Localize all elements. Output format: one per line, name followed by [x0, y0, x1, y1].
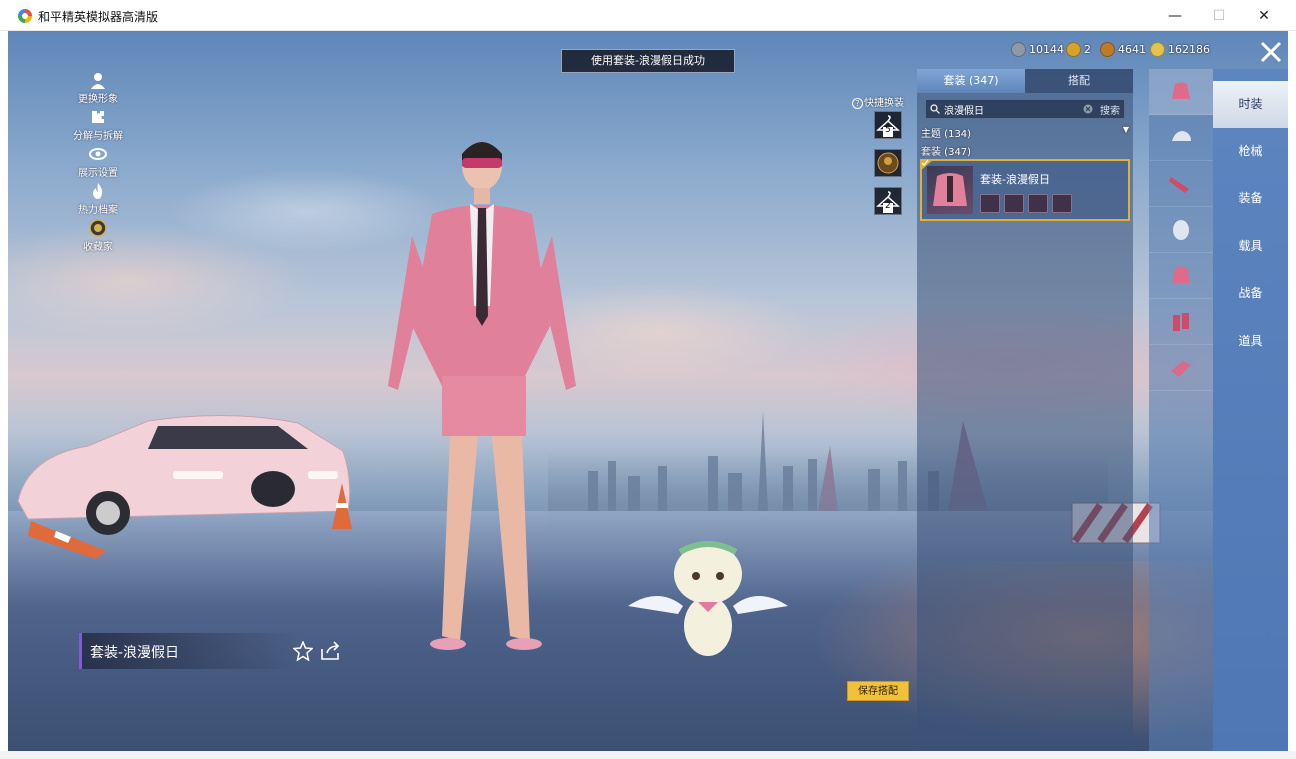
quick-slot-3-number: 2	[885, 201, 891, 211]
traffic-cone-standing	[332, 483, 352, 529]
save-outfit-button[interactable]: 保存搭配	[847, 681, 909, 701]
bronze-coin-icon	[1100, 41, 1115, 57]
collector-item[interactable]: 收藏家	[68, 219, 128, 253]
gold-coin-icon	[1150, 41, 1165, 57]
search-box: 搜索	[925, 99, 1125, 119]
display-settings-item[interactable]: 展示设置	[68, 145, 128, 179]
display-settings-label: 展示设置	[78, 168, 118, 179]
mask-icon	[1173, 220, 1189, 240]
shoes-icon	[1171, 361, 1191, 377]
currency-gold: 162186	[1150, 40, 1210, 58]
person-icon	[91, 73, 105, 89]
quick-slot-1-number: 5	[885, 125, 891, 135]
decompose-label: 分解与拆解	[73, 131, 123, 142]
avatar-frame-icon	[877, 152, 899, 174]
chevron-down-icon: ▼	[1122, 125, 1129, 134]
puzzle-icon	[92, 111, 104, 123]
quick-switch-text: 快捷换装	[864, 98, 904, 109]
change-appearance-item[interactable]: 更换形象	[68, 71, 128, 105]
currency-token-value: 2	[1084, 42, 1091, 56]
category-bar: 时装 枪械 装备 载具 战备 道具	[1213, 69, 1288, 751]
current-outfit-banner: 套装-浪漫假日	[79, 633, 299, 669]
gun-skin-icon	[1169, 177, 1189, 193]
currency-silver-value: 10144	[1029, 42, 1064, 56]
part-shoes-icon	[1028, 194, 1048, 213]
rail-gun-skin[interactable]	[1149, 161, 1213, 207]
search-button[interactable]: 搜索	[1100, 102, 1120, 117]
part-skirt-icon	[1004, 194, 1024, 213]
outfit-panel: 套装 (347) 搭配 搜索 主题 (134) ▼ 套装 (347) 套装-浪漫…	[917, 69, 1133, 751]
heat-archive-label: 热力档案	[78, 205, 118, 216]
outfit-thumbnail	[927, 166, 973, 214]
pants-icon	[1173, 313, 1189, 331]
close-window-button[interactable]: ✕	[1254, 6, 1274, 26]
category-fashion[interactable]: 时装	[1213, 81, 1288, 128]
rail-shoes[interactable]	[1149, 345, 1213, 391]
outfit-card-name: 套装-浪漫假日	[980, 173, 1050, 186]
jacket-icon	[1172, 266, 1190, 283]
theme-filter-row[interactable]: 主题 (134) ▼	[921, 125, 1129, 140]
set-count-label: 套装 (347)	[921, 147, 972, 158]
current-outfit-name: 套装-浪漫假日	[90, 645, 180, 661]
tab-combinations[interactable]: 搭配	[1025, 69, 1133, 93]
rail-hat[interactable]	[1149, 115, 1213, 161]
close-icon[interactable]	[1258, 39, 1284, 65]
title-bar: 和平精英模拟器高清版 — ☐ ✕	[0, 0, 1296, 31]
taskbar-strip	[0, 751, 1296, 759]
flame-icon	[93, 183, 103, 199]
minimize-button[interactable]: —	[1165, 6, 1185, 26]
part-accessory-icon	[1052, 194, 1072, 213]
pet-bear-companion	[628, 541, 788, 656]
app-logo-icon	[18, 9, 32, 23]
part-jacket-icon	[980, 194, 1000, 213]
currency-silver: 10144	[1011, 40, 1064, 58]
heat-archive-item[interactable]: 热力档案	[68, 182, 128, 216]
share-icon[interactable]	[320, 641, 342, 661]
category-vehicles[interactable]: 载具	[1213, 223, 1288, 270]
category-items[interactable]: 道具	[1213, 318, 1288, 365]
category-battle-prep[interactable]: 战备	[1213, 270, 1288, 317]
decompose-item[interactable]: 分解与拆解	[68, 108, 128, 142]
currency-token: 2	[1066, 40, 1091, 58]
hat-icon	[1172, 131, 1191, 141]
search-input[interactable]	[944, 100, 1084, 118]
quick-slot-1[interactable]: 5	[874, 111, 902, 139]
maximize-button[interactable]: ☐	[1209, 6, 1229, 26]
success-toast: 使用套装-浪漫假日成功	[561, 49, 735, 73]
favorite-star-icon[interactable]	[293, 641, 313, 661]
currency-bronze: 4641	[1100, 40, 1146, 58]
category-equipment[interactable]: 装备	[1213, 175, 1288, 222]
outfit-card-selected[interactable]: 套装-浪漫假日	[920, 159, 1130, 221]
gold-token-icon	[1066, 41, 1081, 57]
collector-badge-icon	[89, 219, 107, 237]
game-viewport: 更换形象 分解与拆解 展示设置 热力档案 收藏家 使用套装-浪漫假日成功 101	[8, 31, 1288, 751]
traffic-cone	[28, 521, 106, 559]
tab-outfits[interactable]: 套装 (347)	[917, 69, 1025, 93]
eye-icon	[89, 148, 107, 160]
theme-filter-label: 主题 (134)	[921, 129, 972, 140]
rail-pants[interactable]	[1149, 299, 1213, 345]
clear-icon[interactable]	[1083, 104, 1093, 114]
outfit-icon	[1172, 82, 1190, 99]
category-firearms[interactable]: 枪械	[1213, 128, 1288, 175]
currency-gold-value: 162186	[1168, 42, 1210, 56]
rail-jacket[interactable]	[1149, 253, 1213, 299]
pink-suit-icon	[933, 173, 967, 206]
slot-icon-rail	[1149, 69, 1213, 751]
quick-switch-label[interactable]: ? 快捷换装	[852, 94, 904, 109]
quick-slot-2[interactable]	[874, 149, 902, 177]
player-character	[388, 142, 576, 650]
currency-bronze-value: 4641	[1118, 42, 1146, 56]
quick-slot-3[interactable]: 2	[874, 187, 902, 215]
silver-coin-icon	[1011, 41, 1026, 57]
help-icon[interactable]: ?	[852, 98, 863, 109]
rail-outfit[interactable]	[1149, 69, 1213, 115]
collector-label: 收藏家	[83, 242, 113, 253]
rail-mask[interactable]	[1149, 207, 1213, 253]
change-appearance-label: 更换形象	[78, 94, 118, 105]
emulator-window: 和平精英模拟器高清版 — ☐ ✕ 更换形象 分解与拆解 展示设置 热力档案 收藏…	[0, 0, 1296, 759]
window-title: 和平精英模拟器高清版	[38, 10, 159, 24]
search-icon	[930, 104, 940, 114]
